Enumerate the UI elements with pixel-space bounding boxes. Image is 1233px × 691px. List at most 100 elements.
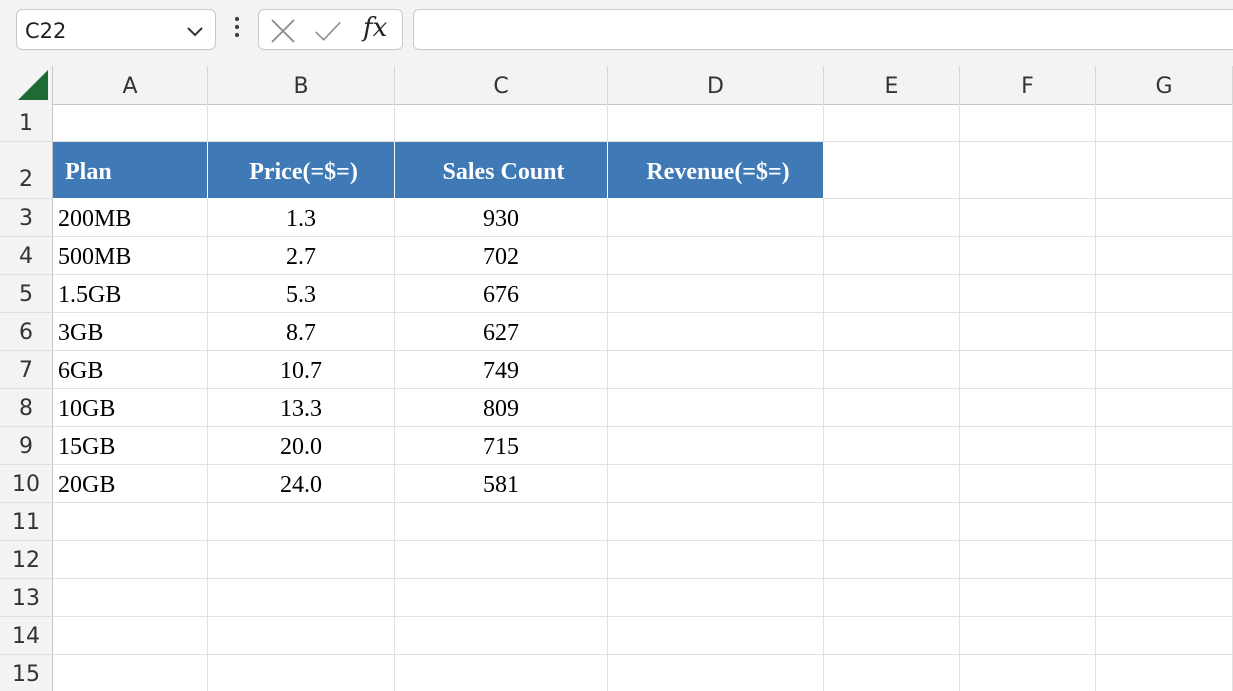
cell-f15[interactable]	[960, 655, 1096, 691]
row-header-4[interactable]: 4	[0, 237, 53, 275]
column-header-c[interactable]: C	[395, 66, 608, 104]
cell-g14[interactable]	[1096, 617, 1233, 655]
cell-e8[interactable]	[824, 389, 960, 427]
cell-a7[interactable]: 6GB	[53, 351, 208, 389]
row-header-15[interactable]: 15	[0, 655, 53, 691]
cell-d15[interactable]	[608, 655, 824, 691]
cell-a12[interactable]	[53, 541, 208, 579]
cell-c4[interactable]: 702	[395, 237, 608, 275]
cell-d4[interactable]	[608, 237, 824, 275]
cell-e1[interactable]	[824, 104, 960, 142]
cell-b2[interactable]: Price(=$=)	[208, 142, 395, 199]
cell-g11[interactable]	[1096, 503, 1233, 541]
cell-e13[interactable]	[824, 579, 960, 617]
cell-e3[interactable]	[824, 199, 960, 237]
row-header-10[interactable]: 10	[0, 465, 53, 503]
cell-f13[interactable]	[960, 579, 1096, 617]
cell-c3[interactable]: 930	[395, 199, 608, 237]
cell-b13[interactable]	[208, 579, 395, 617]
fx-icon[interactable]: fx	[363, 13, 387, 43]
cell-g9[interactable]	[1096, 427, 1233, 465]
row-header-9[interactable]: 9	[0, 427, 53, 465]
cell-a9[interactable]: 15GB	[53, 427, 208, 465]
cell-d10[interactable]	[608, 465, 824, 503]
cell-a11[interactable]	[53, 503, 208, 541]
cell-d2[interactable]: Revenue(=$=)	[608, 142, 824, 199]
row-header-11[interactable]: 11	[0, 503, 53, 541]
cell-d12[interactable]	[608, 541, 824, 579]
row-header-3[interactable]: 3	[0, 199, 53, 237]
cell-d3[interactable]	[608, 199, 824, 237]
cell-e6[interactable]	[824, 313, 960, 351]
cell-a5[interactable]: 1.5GB	[53, 275, 208, 313]
cell-e14[interactable]	[824, 617, 960, 655]
cell-b14[interactable]	[208, 617, 395, 655]
cell-f10[interactable]	[960, 465, 1096, 503]
cell-b12[interactable]	[208, 541, 395, 579]
cell-g3[interactable]	[1096, 199, 1233, 237]
cell-g1[interactable]	[1096, 104, 1233, 142]
cell-g4[interactable]	[1096, 237, 1233, 275]
cell-a4[interactable]: 500MB	[53, 237, 208, 275]
cell-b4[interactable]: 2.7	[208, 237, 395, 275]
cell-e11[interactable]	[824, 503, 960, 541]
cell-f8[interactable]	[960, 389, 1096, 427]
cell-d6[interactable]	[608, 313, 824, 351]
cell-g7[interactable]	[1096, 351, 1233, 389]
row-header-14[interactable]: 14	[0, 617, 53, 655]
cell-c11[interactable]	[395, 503, 608, 541]
cell-e9[interactable]	[824, 427, 960, 465]
cell-f3[interactable]	[960, 199, 1096, 237]
cell-d8[interactable]	[608, 389, 824, 427]
cell-a2[interactable]: Plan	[53, 142, 208, 199]
cell-c14[interactable]	[395, 617, 608, 655]
chevron-down-icon[interactable]	[185, 21, 205, 41]
column-header-d[interactable]: D	[608, 66, 824, 104]
name-box[interactable]: C22	[16, 9, 216, 50]
column-header-b[interactable]: B	[208, 66, 395, 104]
cell-f7[interactable]	[960, 351, 1096, 389]
cell-e2[interactable]	[824, 142, 960, 199]
cell-c10[interactable]: 581	[395, 465, 608, 503]
cell-f6[interactable]	[960, 313, 1096, 351]
cell-g5[interactable]	[1096, 275, 1233, 313]
cell-a15[interactable]	[53, 655, 208, 691]
row-header-12[interactable]: 12	[0, 541, 53, 579]
cell-g12[interactable]	[1096, 541, 1233, 579]
cell-e7[interactable]	[824, 351, 960, 389]
cell-c7[interactable]: 749	[395, 351, 608, 389]
cell-b7[interactable]: 10.7	[208, 351, 395, 389]
cell-g15[interactable]	[1096, 655, 1233, 691]
cell-e15[interactable]	[824, 655, 960, 691]
cell-a8[interactable]: 10GB	[53, 389, 208, 427]
cell-b3[interactable]: 1.3	[208, 199, 395, 237]
cell-f5[interactable]	[960, 275, 1096, 313]
cell-a13[interactable]	[53, 579, 208, 617]
cell-c1[interactable]	[395, 104, 608, 142]
column-header-a[interactable]: A	[53, 66, 208, 104]
cell-f14[interactable]	[960, 617, 1096, 655]
row-header-6[interactable]: 6	[0, 313, 53, 351]
cell-b1[interactable]	[208, 104, 395, 142]
row-header-8[interactable]: 8	[0, 389, 53, 427]
cell-b15[interactable]	[208, 655, 395, 691]
cell-f11[interactable]	[960, 503, 1096, 541]
cell-f4[interactable]	[960, 237, 1096, 275]
cell-c2[interactable]: Sales Count	[395, 142, 608, 199]
cell-e10[interactable]	[824, 465, 960, 503]
cell-c13[interactable]	[395, 579, 608, 617]
row-header-1[interactable]: 1	[0, 104, 53, 142]
row-header-2[interactable]: 2	[0, 142, 53, 199]
cell-g10[interactable]	[1096, 465, 1233, 503]
checkmark-icon[interactable]	[314, 18, 342, 44]
cell-c12[interactable]	[395, 541, 608, 579]
cell-a6[interactable]: 3GB	[53, 313, 208, 351]
cell-a3[interactable]: 200MB	[53, 199, 208, 237]
row-header-13[interactable]: 13	[0, 579, 53, 617]
row-header-5[interactable]: 5	[0, 275, 53, 313]
column-header-f[interactable]: F	[960, 66, 1096, 104]
cell-g2[interactable]	[1096, 142, 1233, 199]
formula-input[interactable]	[413, 9, 1233, 50]
cell-c15[interactable]	[395, 655, 608, 691]
cell-b10[interactable]: 24.0	[208, 465, 395, 503]
